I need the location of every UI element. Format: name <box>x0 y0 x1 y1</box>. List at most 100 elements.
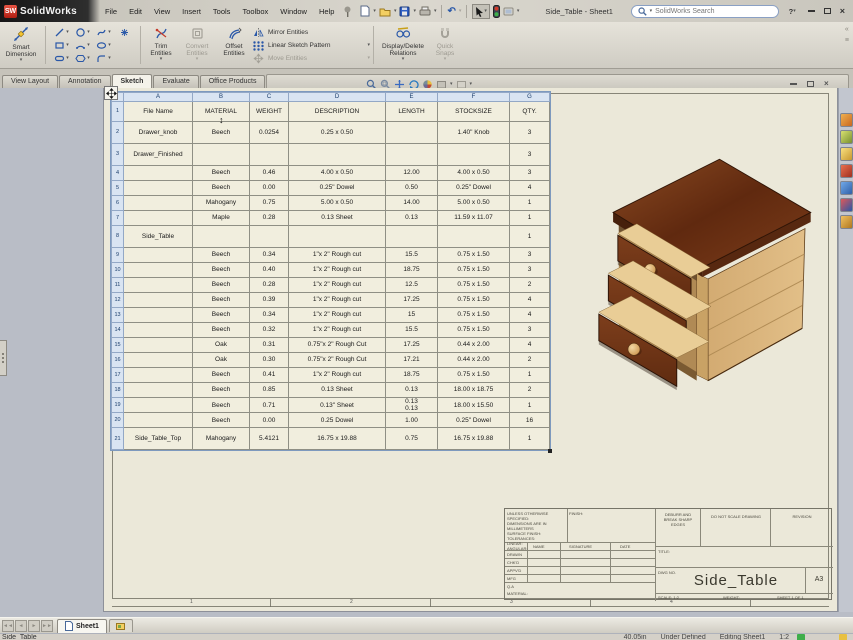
bom-cell[interactable] <box>438 144 510 166</box>
bom-cell[interactable]: 0.75 x 1.50 <box>438 248 510 263</box>
bom-cell[interactable]: 0.34 <box>250 308 289 323</box>
bom-cell[interactable]: 1 <box>510 211 550 226</box>
custom-properties-icon[interactable] <box>840 215 853 229</box>
bom-cell[interactable]: 0.25" Dowel <box>289 181 386 196</box>
bom-cell[interactable]: Maple <box>193 211 250 226</box>
bom-cell[interactable] <box>124 293 193 308</box>
bom-cell[interactable]: 0.13 0.13 <box>386 398 438 413</box>
bom-cell[interactable]: Beech <box>193 323 250 338</box>
taskpane-expand-icon[interactable]: « <box>845 26 849 33</box>
bom-cell[interactable] <box>124 263 193 278</box>
sketch-slot-icon[interactable]: ▾ <box>51 52 72 65</box>
menu-item[interactable]: Tools <box>208 5 236 18</box>
bom-cell[interactable]: 0.25" Dowel <box>438 181 510 196</box>
bom-cell[interactable] <box>124 196 193 211</box>
bom-row-number[interactable]: 20 <box>112 413 124 428</box>
bom-cell[interactable] <box>193 144 250 166</box>
bom-cell[interactable]: Oak <box>193 338 250 353</box>
bom-cell[interactable]: 0.75 x 1.50 <box>438 323 510 338</box>
bom-column-letter[interactable]: A <box>124 93 193 102</box>
design-library-icon[interactable] <box>840 130 853 144</box>
menu-item[interactable]: Help <box>314 5 339 18</box>
sketch-polygon-icon[interactable]: ▾ <box>72 52 93 65</box>
bom-row-number[interactable]: 16 <box>112 353 124 368</box>
bom-cell[interactable]: 0.25" Dowel <box>438 413 510 428</box>
bom-cell[interactable]: 1"x 2" Rough cut <box>289 248 386 263</box>
menu-item[interactable]: Insert <box>177 5 206 18</box>
resources-icon[interactable] <box>840 113 853 127</box>
search-box[interactable]: ▾ SolidWorks Search <box>631 5 779 18</box>
toolbox-icon[interactable] <box>840 164 853 178</box>
bom-cell[interactable]: File Name <box>124 102 193 122</box>
bom-cell[interactable]: Beech <box>193 248 250 263</box>
bom-cell[interactable]: 0.39 <box>250 293 289 308</box>
bom-cell[interactable]: Beech <box>193 278 250 293</box>
bom-cell[interactable]: 0.13 <box>386 211 438 226</box>
bom-cell[interactable]: 15.5 <box>386 323 438 338</box>
bom-cell[interactable] <box>438 226 510 248</box>
search-scope-caret-icon[interactable]: ▾ <box>650 9 653 14</box>
bom-row-number[interactable]: 7 <box>112 211 124 226</box>
bom-cell[interactable]: 0.46 <box>250 166 289 181</box>
bom-cell[interactable]: 5.4121 <box>250 428 289 450</box>
bom-cell[interactable]: 0.75 x 1.50 <box>438 278 510 293</box>
panel-splitter-handle[interactable] <box>0 340 7 376</box>
bom-cell[interactable]: 2 <box>510 383 550 398</box>
minimize-button[interactable] <box>808 10 815 12</box>
view-settings-icon[interactable] <box>503 6 514 17</box>
bom-cell[interactable] <box>124 248 193 263</box>
bom-cell[interactable]: 12.00 <box>386 166 438 181</box>
bom-cell[interactable]: 18.00 x 18.75 <box>438 383 510 398</box>
bom-column-letter[interactable]: E <box>386 93 438 102</box>
bom-cell[interactable]: 0.40 <box>250 263 289 278</box>
restore-button[interactable] <box>824 8 831 14</box>
bom-cell[interactable]: Beech <box>193 413 250 428</box>
bom-cell[interactable]: Side_Table <box>124 226 193 248</box>
doc-restore-button[interactable] <box>807 81 814 87</box>
bom-row-number[interactable]: 17 <box>112 368 124 383</box>
bom-row-number[interactable]: 15 <box>112 338 124 353</box>
status-alert-icon[interactable] <box>839 634 847 640</box>
bom-cell[interactable]: Beech <box>193 263 250 278</box>
bom-cell[interactable]: 0.28 <box>250 278 289 293</box>
menu-item[interactable]: Toolbox <box>237 5 273 18</box>
bom-cell[interactable]: 0.13 Sheet <box>289 383 386 398</box>
bom-cell[interactable]: 1.40" Knob <box>438 122 510 144</box>
bom-cell[interactable]: 0.75 <box>250 196 289 211</box>
bom-cell[interactable]: 16.75 x 19.88 <box>289 428 386 450</box>
bom-cell[interactable]: 0.28 <box>250 211 289 226</box>
sketch-fillet-icon[interactable]: ▾ <box>93 52 114 65</box>
first-sheet-button[interactable]: ◄◄ <box>2 620 14 632</box>
quick-snaps-button[interactable]: Quick Snaps ▾ <box>429 22 461 68</box>
bom-cell[interactable]: 0.50 <box>386 181 438 196</box>
sketch-arc-icon[interactable]: ▾ <box>72 39 93 52</box>
appearances-icon[interactable] <box>840 198 853 212</box>
bom-column-letter[interactable]: F <box>438 93 510 102</box>
bom-cell[interactable]: 0.75"x 2" Rough Cut <box>289 338 386 353</box>
bom-cell[interactable]: 0.85 <box>250 383 289 398</box>
ribbon-tab[interactable]: Annotation <box>59 75 110 88</box>
bom-row-number[interactable]: 21 <box>112 428 124 450</box>
prev-sheet-button[interactable]: ◄ <box>15 620 27 632</box>
bom-row-number[interactable]: 14 <box>112 323 124 338</box>
bom-cell[interactable]: 18.75 <box>386 368 438 383</box>
bom-cell[interactable]: QTY. <box>510 102 550 122</box>
bom-cell[interactable]: 0.13 Sheet <box>289 211 386 226</box>
smart-dimension-button[interactable]: Smart Dimension ▾ <box>0 22 42 68</box>
next-sheet-button[interactable]: ► <box>28 620 40 632</box>
bom-row-number[interactable]: 13 <box>112 308 124 323</box>
new-document-icon[interactable] <box>360 5 370 17</box>
close-button[interactable]: × <box>840 6 845 16</box>
ribbon-tab[interactable]: Evaluate <box>153 75 198 88</box>
bom-cell[interactable] <box>124 368 193 383</box>
sketch-circle-icon[interactable]: ▾ <box>72 26 93 39</box>
bom-cell[interactable]: 1 <box>510 428 550 450</box>
last-sheet-button[interactable]: ►► <box>41 620 53 632</box>
file-explorer-icon[interactable] <box>840 147 853 161</box>
bom-cell[interactable]: Mahogany <box>193 428 250 450</box>
bom-cell[interactable]: Beech <box>193 308 250 323</box>
bom-cell[interactable] <box>386 122 438 144</box>
ribbon-options-icon[interactable]: ≡ <box>845 37 849 44</box>
bom-cell[interactable]: 0.75 x 1.50 <box>438 293 510 308</box>
bom-cell[interactable]: 4 <box>510 181 550 196</box>
